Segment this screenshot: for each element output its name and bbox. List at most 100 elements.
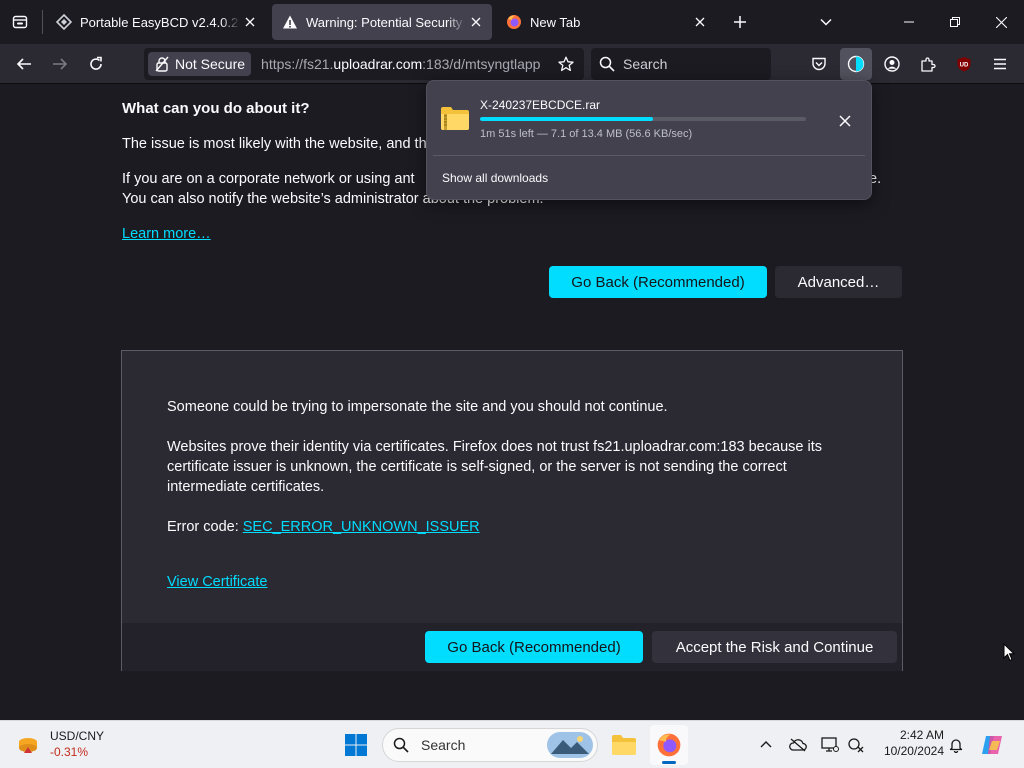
tray-network[interactable] (846, 735, 866, 755)
copilot-button[interactable] (978, 731, 1006, 759)
hamburger-menu-icon (994, 58, 1006, 70)
network-disconnected-icon (848, 738, 864, 753)
download-status: 1m 51s left — 7.1 of 13.4 MB (56.6 KB/se… (480, 128, 693, 140)
windows-taskbar: USD/CNY -0.31% Search 2:42 AM 10/20/2024 (0, 720, 1024, 768)
folder-icon (612, 735, 636, 755)
show-hidden-icons-button[interactable] (756, 735, 776, 755)
taskbar-firefox[interactable] (650, 725, 688, 765)
go-back-button[interactable]: Go Back (Recommended) (549, 266, 767, 298)
widget-currency[interactable]: USD/CNY -0.31% (10, 725, 130, 765)
chevron-up-icon (760, 741, 772, 748)
certificate-explanation-line-3: intermediate certificates. (167, 479, 325, 495)
accept-risk-button[interactable]: Accept the Risk and Continue (652, 631, 897, 663)
account-icon (884, 56, 900, 72)
not-secure-indicator[interactable]: Not Secure (148, 52, 252, 76)
download-item[interactable]: X-240237EBCDCE.rar 1m 51s left — 7.1 of … (431, 87, 867, 149)
mouse-cursor-icon (1003, 643, 1015, 662)
taskbar-file-explorer[interactable] (606, 727, 642, 763)
tab-title: New Tab (530, 14, 581, 30)
tab-security-warning[interactable]: Warning: Potential Security Risk (272, 4, 492, 40)
forward-button[interactable] (44, 48, 76, 80)
account-button[interactable] (876, 48, 908, 80)
taskbar-clock[interactable]: 2:42 AM 10/20/2024 (872, 727, 944, 763)
tab-close-button[interactable] (240, 12, 260, 32)
firefox-icon (507, 15, 521, 29)
ublock-origin-icon: UD (957, 57, 971, 72)
window-minimize-button[interactable] (886, 0, 932, 44)
pocket-button[interactable] (803, 48, 835, 80)
navigation-toolbar: Not Secure https://fs21.uploadrar.com:18… (0, 44, 1024, 84)
taskbar-search[interactable]: Search (382, 728, 598, 762)
issue-paragraph: The issue is most likely with the websit… (122, 136, 427, 152)
show-all-downloads-button[interactable]: Show all downloads (431, 163, 867, 193)
impersonation-warning: Someone could be trying to impersonate t… (167, 399, 668, 415)
advanced-button[interactable]: Advanced… (775, 266, 902, 298)
tab-title: Portable EasyBCD v2.4.0.237 Co (80, 14, 240, 30)
tray-display[interactable] (820, 735, 840, 755)
back-button[interactable] (8, 48, 40, 80)
active-app-indicator (662, 761, 676, 764)
close-icon (839, 115, 851, 127)
view-certificate-link[interactable]: View Certificate (167, 572, 267, 592)
puzzle-icon (921, 57, 936, 72)
tab-new-tab[interactable]: New Tab (496, 4, 716, 40)
tab-easybcd[interactable]: Portable EasyBCD v2.4.0.237 Co (46, 4, 266, 40)
firefox-view-button[interactable] (4, 6, 36, 38)
url-text[interactable]: https://fs21.uploadrar.com:183/d/mtsyngt… (261, 56, 557, 72)
tab-close-button[interactable] (690, 12, 710, 32)
new-tab-button[interactable] (724, 6, 756, 38)
arrow-left-icon (16, 58, 31, 70)
error-code-row: Error code: SEC_ERROR_UNKNOWN_ISSUER (167, 517, 480, 537)
ublock-origin-button[interactable]: UD (948, 48, 980, 80)
close-icon (471, 17, 481, 27)
firefox-view-icon (12, 15, 28, 29)
copilot-icon (982, 736, 1002, 754)
search-icon (393, 737, 409, 753)
url-path: :183/d/mtsyngtlapp (422, 56, 541, 72)
cancel-download-button[interactable] (831, 107, 859, 135)
error-code-link[interactable]: SEC_ERROR_UNKNOWN_ISSUER (243, 519, 480, 535)
advanced-panel-footer: Go Back (Recommended) Accept the Risk an… (122, 623, 902, 671)
error-code-label: Error code: (167, 519, 243, 535)
star-icon (558, 56, 574, 72)
page-heading: What can you do about it? (122, 100, 310, 117)
address-bar[interactable]: Not Secure https://fs21.uploadrar.com:18… (144, 48, 584, 80)
svg-text:UD: UD (960, 63, 969, 69)
notifications-button[interactable] (946, 735, 966, 755)
window-close-button[interactable] (978, 0, 1024, 44)
extensions-button[interactable] (912, 48, 944, 80)
list-all-tabs-button[interactable] (810, 6, 842, 38)
bookmark-star-button[interactable] (556, 54, 576, 74)
lock-insecure-icon (155, 56, 169, 72)
tab-close-button[interactable] (466, 12, 486, 32)
download-progress-fill (480, 117, 653, 121)
corporate-network-paragraph: If you are on a corporate network or usi… (122, 171, 415, 187)
close-icon (245, 17, 255, 27)
url-host: uploadrar.com (333, 56, 423, 72)
learn-more-link[interactable]: Learn more… (122, 224, 211, 244)
search-icon (599, 56, 615, 72)
download-filename: X-240237EBCDCE.rar (480, 98, 601, 112)
close-icon (995, 16, 1007, 28)
search-placeholder: Search (623, 56, 668, 72)
windows-logo-icon (345, 734, 367, 756)
restore-icon (950, 17, 960, 27)
folder-zip-icon (441, 107, 469, 130)
app-menu-button[interactable] (984, 48, 1016, 80)
download-progress-icon (847, 55, 865, 73)
go-back-button-secondary[interactable]: Go Back (Recommended) (425, 631, 643, 663)
tab-title: Warning: Potential Security Risk (306, 14, 466, 30)
url-scheme: https://fs21. (261, 56, 334, 72)
downloads-button[interactable] (840, 48, 872, 80)
tray-onedrive[interactable] (788, 735, 808, 755)
close-icon (695, 17, 705, 27)
bell-icon (949, 739, 963, 753)
window-restore-button[interactable] (932, 0, 978, 44)
start-button[interactable] (338, 727, 374, 763)
search-bar[interactable]: Search (591, 48, 771, 80)
chevron-down-icon (820, 18, 832, 26)
cloud-offline-icon (789, 738, 807, 752)
reload-button[interactable] (80, 48, 112, 80)
firefox-icon (657, 733, 681, 757)
clock-date: 10/20/2024 (883, 744, 944, 758)
